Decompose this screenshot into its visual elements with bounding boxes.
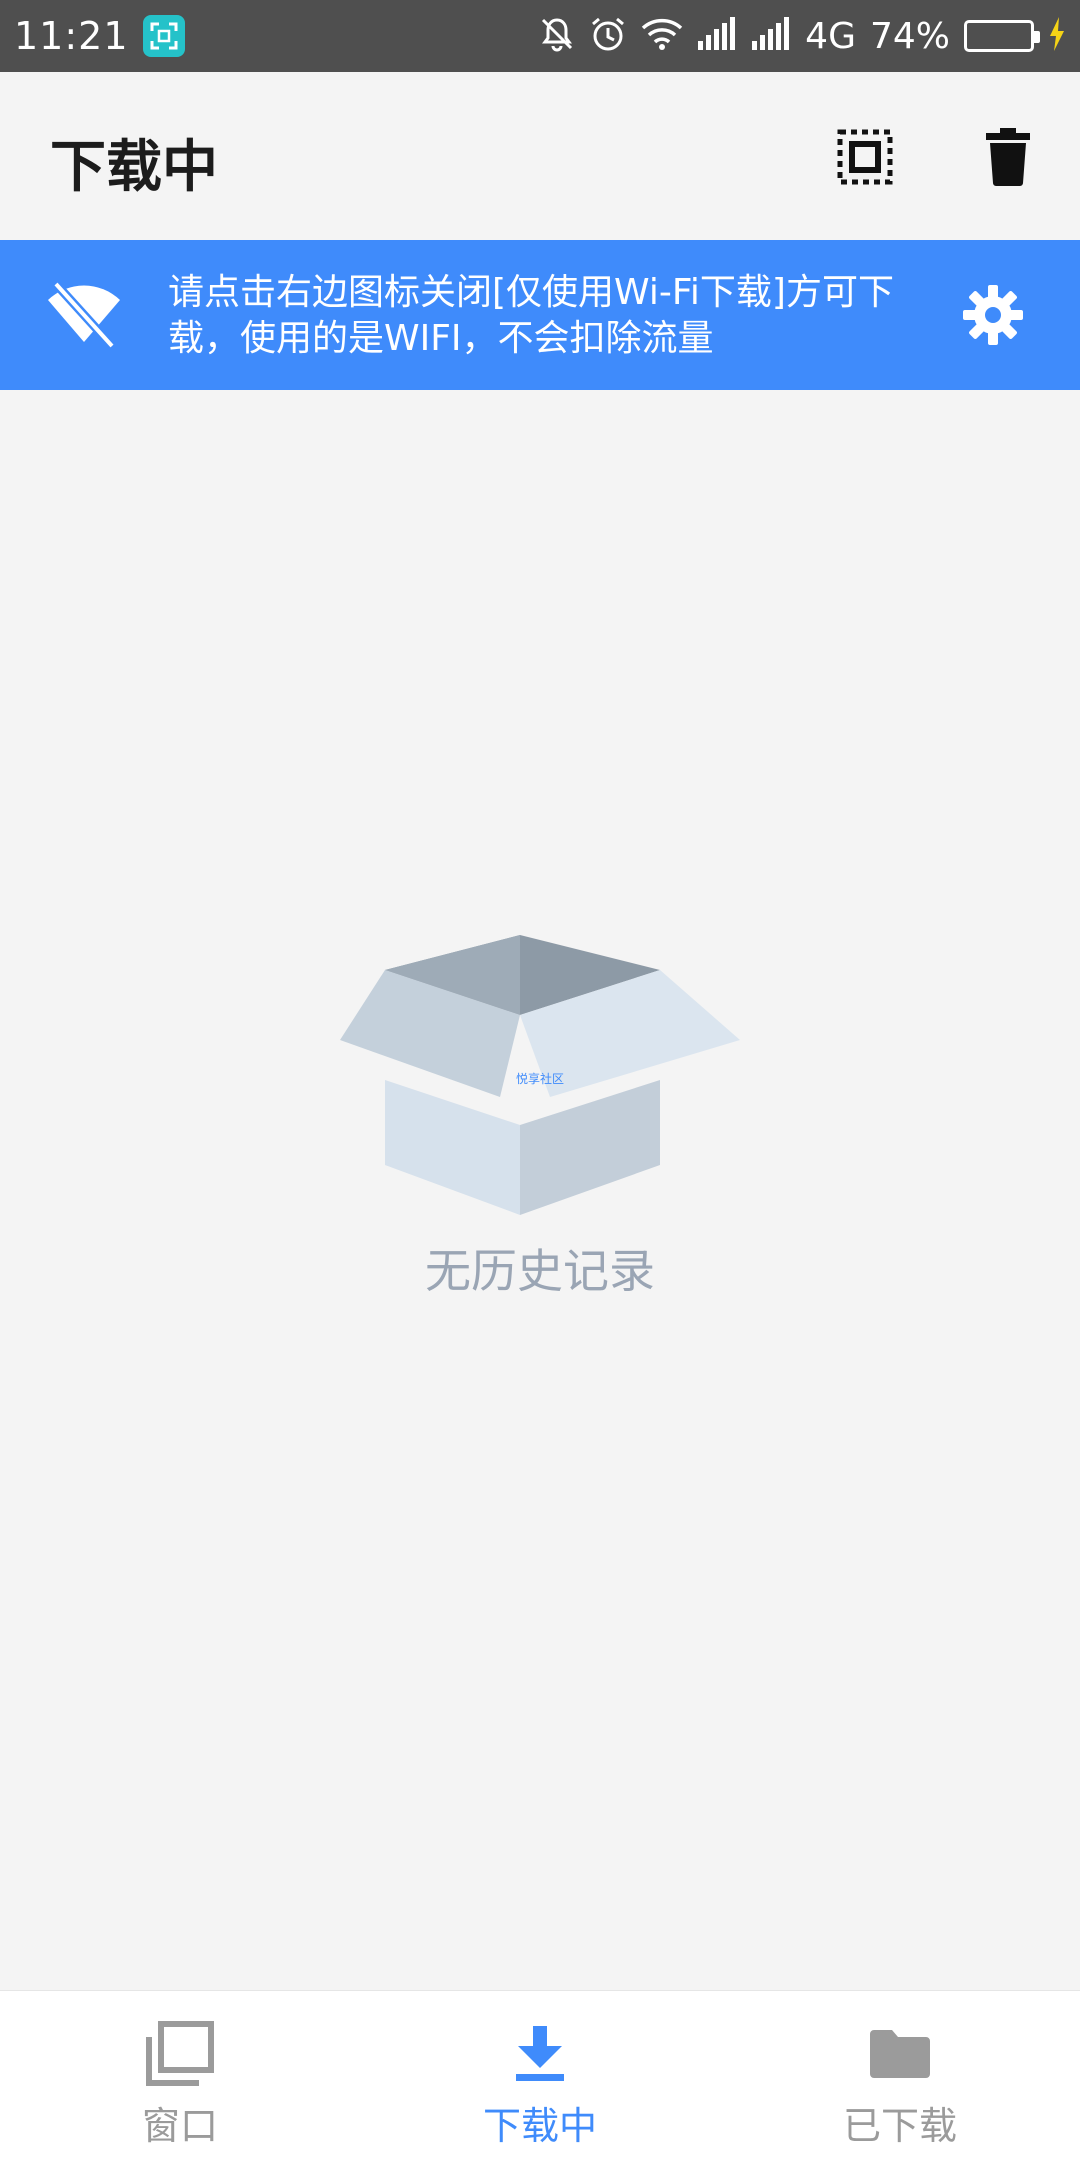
folder-icon bbox=[870, 2030, 930, 2078]
wifi-settings-button[interactable] bbox=[948, 270, 1038, 360]
status-bar: 11:21 4G 74% bbox=[0, 0, 1080, 72]
trash-icon bbox=[986, 128, 1030, 186]
nav-tab-windows[interactable]: 窗口 bbox=[0, 1991, 360, 2160]
bottom-navigation: 窗口 下载中 已下载 bbox=[0, 1990, 1080, 2160]
select-all-button[interactable] bbox=[820, 112, 910, 202]
nav-label-windows: 窗口 bbox=[141, 2104, 218, 2148]
empty-state-message: 无历史记录 bbox=[425, 1244, 655, 1298]
battery-percent: 74% bbox=[869, 15, 950, 57]
page-title: 下载中 bbox=[50, 135, 218, 200]
status-time: 11:21 bbox=[14, 14, 129, 58]
battery-icon bbox=[964, 20, 1040, 52]
watermark-text: 悦享社区 bbox=[515, 1072, 564, 1086]
windows-icon bbox=[146, 2021, 214, 2086]
nav-label-downloaded: 已下载 bbox=[842, 2104, 957, 2148]
wifi-only-banner: 请点击右边图标关闭[仅使用Wi-Fi下载]方可下载，使用的是WIFI，不会扣除流… bbox=[0, 240, 1080, 390]
charging-icon bbox=[1048, 17, 1066, 55]
delete-button[interactable] bbox=[963, 112, 1053, 202]
signal-icon-2 bbox=[751, 17, 791, 55]
nav-tab-downloaded[interactable]: 已下载 bbox=[720, 1991, 1080, 2160]
download-page: 11:21 4G 74% 下载中 请点击右边图标关闭[仅使用Wi-Fi下载]方可… bbox=[0, 0, 1080, 2160]
nav-tab-downloading[interactable]: 下载中 bbox=[360, 1991, 720, 2160]
nav-label-downloading: 下载中 bbox=[482, 2104, 597, 2148]
download-icon bbox=[516, 2026, 564, 2081]
banner-message: 请点击右边图标关闭[仅使用Wi-Fi下载]方可下载，使用的是WIFI，不会扣除流… bbox=[168, 272, 894, 359]
wifi-off-icon bbox=[48, 280, 120, 352]
screenshot-app-icon bbox=[142, 15, 185, 57]
signal-icon bbox=[697, 17, 737, 55]
empty-box-illustration: 悦享社区 bbox=[335, 925, 745, 1215]
alarm-icon bbox=[589, 15, 627, 57]
gear-icon bbox=[963, 285, 1023, 345]
status-icons: 4G 74% bbox=[539, 15, 1066, 57]
wifi-icon bbox=[641, 17, 683, 55]
mute-icon bbox=[539, 16, 575, 56]
app-header: 下载中 bbox=[0, 72, 1080, 240]
network-type: 4G bbox=[805, 15, 856, 57]
select-all-icon bbox=[837, 129, 893, 185]
